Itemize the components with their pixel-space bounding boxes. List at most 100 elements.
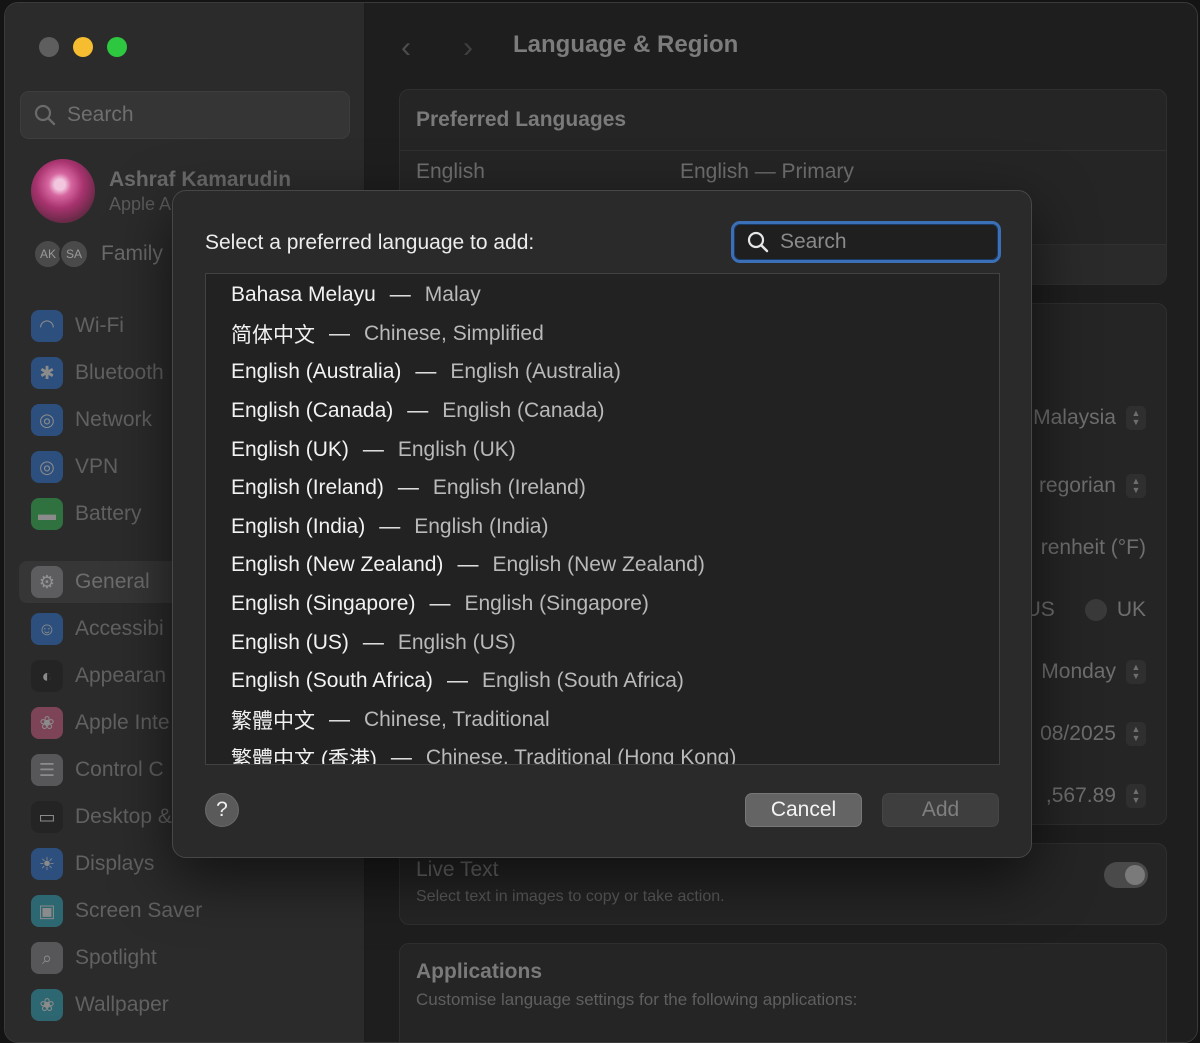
help-button[interactable]: ? [205,793,239,827]
language-list-item[interactable]: English (UK) — English (UK) [206,430,999,469]
sidebar-item-screen-saver[interactable]: ▣ Screen Saver [19,890,349,932]
sidebar-search-placeholder: Search [67,103,134,126]
sidebar-item-label: VPN [75,455,119,478]
language-native-name: 繁體中文 (香港) [231,748,377,765]
globe-icon: ◎ [31,404,63,436]
language-list-item[interactable]: 繁體中文 — Chinese, Traditional [206,701,999,740]
language-separator: — [429,592,451,616]
sidebar-item-label: Accessibi [75,617,164,640]
language-list-item[interactable]: English (Singapore) — English (Singapore) [206,585,999,624]
live-text-title: Live Text [416,858,499,881]
language-list-item[interactable]: 简体中文 — Chinese, Simplified [206,315,999,354]
family-avatar: SA [59,239,89,269]
language-separator: — [362,630,384,654]
vpn-globe-icon: ◎ [31,451,63,483]
minimize-window-button[interactable] [73,37,93,57]
sidebar-item-wallpaper[interactable]: ❀ Wallpaper [19,984,349,1026]
language-native-name: 简体中文 [231,323,315,347]
language-native-name: Bahasa Melayu [231,283,376,307]
language-english-name: English (UK) [397,437,516,461]
wallpaper-icon: ❀ [31,989,63,1021]
language-list-item[interactable]: English (Australia) — English (Australia) [206,353,999,392]
applications-title: Applications [416,960,543,983]
date-format-popup[interactable]: 08/2025 ▲ ▼ [1040,722,1146,746]
number-format-popup[interactable]: ,567.89 ▲ ▼ [1046,784,1146,808]
language-list-item[interactable]: Bahasa Melayu — Malay [206,276,999,315]
language-list-item[interactable]: English (US) — English (US) [206,623,999,662]
language-list-item[interactable]: English (South Africa) — English (South Af… [206,662,999,701]
language-search-input[interactable] [780,230,980,254]
apple-intelligence-icon: ❀ [31,707,63,739]
sidebar-item-label: Screen Saver [75,899,203,922]
language-separator: — [389,283,411,307]
language-list-item[interactable]: English (Canada) — English (Canada) [206,392,999,431]
sidebar-item-label: Displays [75,852,155,875]
language-row[interactable]: English English — Primary [400,150,1166,194]
page-title: Language & Region [513,31,739,58]
live-text-subtitle: Select text in images to copy or take ac… [416,888,725,905]
family-label: Family [101,242,163,265]
calendar-value: regorian [1038,474,1116,497]
search-icon [34,104,56,126]
applications-panel: Applications Customise language settings… [399,943,1167,1042]
sidebar-item-label: Network [75,408,153,431]
language-search-field[interactable] [731,221,1001,263]
language-native-name: English (New Zealand) [231,553,444,577]
add-button[interactable]: Add [882,793,999,827]
language-native-name: English (US) [231,630,349,654]
updown-chevron-icon: ▲ ▼ [1126,660,1146,684]
language-english-name: English (US) [397,630,516,654]
sidebar-item-label: Bluetooth [75,361,164,384]
language-english-name: English (Canada) [442,399,605,423]
cancel-button[interactable]: Cancel [745,793,862,827]
region-value: Malaysia [1033,406,1116,429]
sidebar-item-spotlight[interactable]: ⌕ Spotlight [19,937,349,979]
accessibility-icon: ☺ [31,613,63,645]
language-english-name: English (Singapore) [464,592,649,616]
first-day-popup[interactable]: Monday ▲ ▼ [1041,660,1146,684]
language-separator: — [379,514,401,538]
gear-icon: ⚙ [31,566,63,598]
language-english-name: English (India) [414,514,549,538]
calendar-popup[interactable]: regorian ▲ ▼ [1039,474,1146,498]
back-chevron-icon[interactable]: ‹ [401,31,411,65]
language-english-name: Chinese, Traditional (Hong Kong) [425,746,737,765]
language-separator: — [446,669,468,693]
language-list-item[interactable]: English (India) — English (India) [206,508,999,547]
desktop-dock-icon: ▭ [31,801,63,833]
window-controls [39,37,127,57]
spotlight-icon: ⌕ [31,942,63,974]
language-separator: — [390,746,412,765]
zoom-window-button[interactable] [107,37,127,57]
radio-uk[interactable] [1084,599,1107,621]
live-text-toggle[interactable] [1104,862,1148,888]
sidebar-item-label: Desktop & [75,805,172,828]
language-list[interactable]: Bahasa Melayu — Malay 简体中文 — Chinese, Simplif… [205,273,1000,765]
language-separator: — [407,399,429,423]
close-window-button[interactable] [39,37,59,57]
language-list-item[interactable]: English (Ireland) — English (Ireland) [206,469,999,508]
measurement-radio-group[interactable]: US UK [1026,598,1146,622]
sidebar-item-label: Control C [75,758,164,781]
sidebar-item-label: Appearan [75,664,167,687]
language-separator: — [457,553,479,577]
temperature-popup[interactable]: renheit (°F) [1041,536,1146,560]
language-list-item[interactable]: 繁體中文 (香港) — Chinese, Traditional (Hong Kon… [206,739,999,765]
language-english-name: English (New Zealand) [492,553,705,577]
forward-chevron-icon[interactable]: › [463,31,473,65]
family-row[interactable]: AK SA Family [33,239,163,269]
wifi-icon: ◠ [31,310,63,342]
language-separator: — [329,321,350,345]
language-name: English [416,160,485,183]
language-english-name: Malay [424,283,481,307]
region-popup[interactable]: Malaysia ▲ ▼ [1033,406,1146,430]
language-separator: — [362,437,384,461]
account-name: Ashraf Kamarudin [109,167,292,191]
language-native-name: English (Ireland) [231,476,384,500]
language-english-name: English (Australia) [450,360,621,384]
language-list-item[interactable]: English (New Zealand) — English (New Zeala… [206,546,999,585]
sidebar-item-label: Spotlight [75,946,157,969]
appearance-icon: ◐ [31,660,63,692]
sidebar-search-field[interactable]: Search [20,91,350,139]
language-separator: — [397,476,419,500]
